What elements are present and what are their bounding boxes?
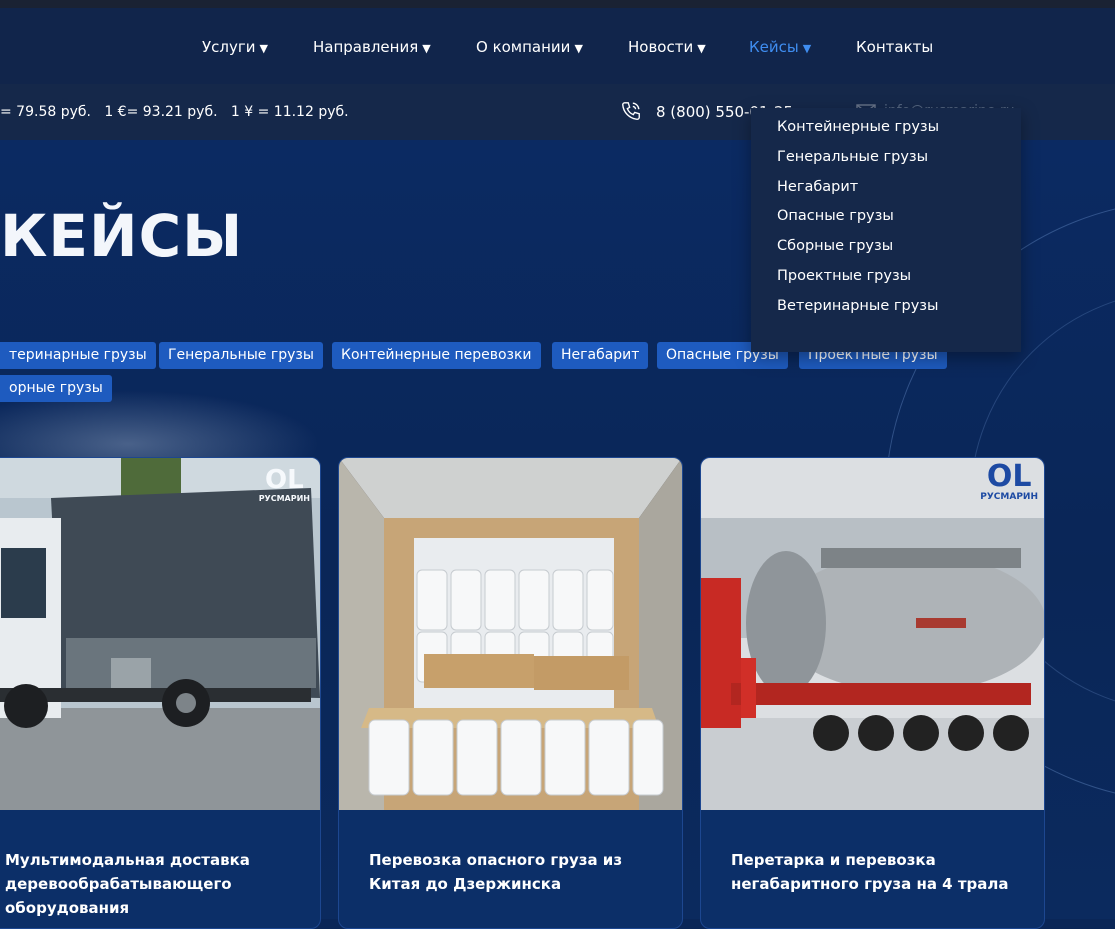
tag-general[interactable]: Генеральные грузы [159,342,323,369]
nav-item-about[interactable]: О компании ▼ [476,38,583,56]
dropdown-item-container[interactable]: Контейнерные грузы [777,119,939,135]
case-title[interactable]: Перевозка опасного груза из Китая до Дзе… [369,848,659,896]
nav-label: Направления [313,38,419,56]
tag-veterinary[interactable]: теринарные грузы [0,342,156,369]
case-card[interactable]: Перевозка опасного груза из Китая до Дзе… [338,457,683,929]
nav-label: Контакты [856,38,934,56]
nav-item-contacts[interactable]: Контакты [856,38,933,56]
tag-oversized[interactable]: Негабарит [552,342,649,369]
chevron-down-icon: ▼ [697,42,706,55]
nav-label: О компании [476,38,571,56]
nav-label: Услуги [202,38,256,56]
chevron-down-icon: ▼ [574,42,583,55]
nav-label: Новости [628,38,694,56]
nav-item-news[interactable]: Новости ▼ [628,38,706,56]
phone-icon [622,102,640,120]
dropdown-item-oversized[interactable]: Негабарит [777,179,858,195]
case-card[interactable]: OL РУСМАРИН Мультимодальная доставка дер… [0,457,321,929]
currency-rates: = 79.58 руб. 1 €= 93.21 руб. 1 ¥ = 11.12… [0,104,349,120]
tag-consolidated[interactable]: орные грузы [0,375,112,402]
case-photo [0,458,320,810]
chevron-down-icon: ▼ [422,42,431,55]
dropdown-item-project[interactable]: Проектные грузы [777,268,911,284]
nav-item-cases[interactable]: Кейсы ▼ [749,38,811,56]
logo-mark: OL [265,465,304,495]
brand-logo: OL РУСМАРИН [980,459,1038,503]
dropdown-item-general[interactable]: Генеральные грузы [777,149,928,165]
logo-text: РУСМАРИН [980,492,1038,502]
nav-item-directions[interactable]: Направления ▼ [313,38,431,56]
brand-logo: OL РУСМАРИН [259,466,310,503]
nav-label: Кейсы [749,38,799,56]
cases-dropdown-menu: Контейнерные грузы Генеральные грузы Нег… [751,108,1021,352]
case-photo [339,458,682,810]
case-photo [701,458,1044,810]
page-title: КЕЙСЫ [0,202,244,270]
dropdown-item-dangerous[interactable]: Опасные грузы [777,208,894,224]
case-card[interactable]: OL РУСМАРИН Перетарка и перевозка негаба… [700,457,1045,929]
logo-text: РУСМАРИН [258,494,310,503]
dropdown-item-veterinary[interactable]: Ветеринарные грузы [777,298,938,314]
main-nav: Услуги ▼ Направления ▼ О компании ▼ Новости… [0,8,1115,84]
dropdown-item-consolidated[interactable]: Сборные грузы [777,238,893,254]
nav-item-services[interactable]: Услуги ▼ [202,38,268,56]
chevron-down-icon: ▼ [802,42,812,55]
tag-container[interactable]: Контейнерные перевозки [332,342,541,369]
top-line [0,0,1115,8]
case-title[interactable]: Перетарка и перевозка негабаритного груз… [731,848,1021,896]
case-title[interactable]: Мультимодальная доставка деревообрабатыв… [5,848,305,920]
chevron-down-icon: ▼ [259,42,268,55]
logo-mark: OL [986,459,1032,494]
